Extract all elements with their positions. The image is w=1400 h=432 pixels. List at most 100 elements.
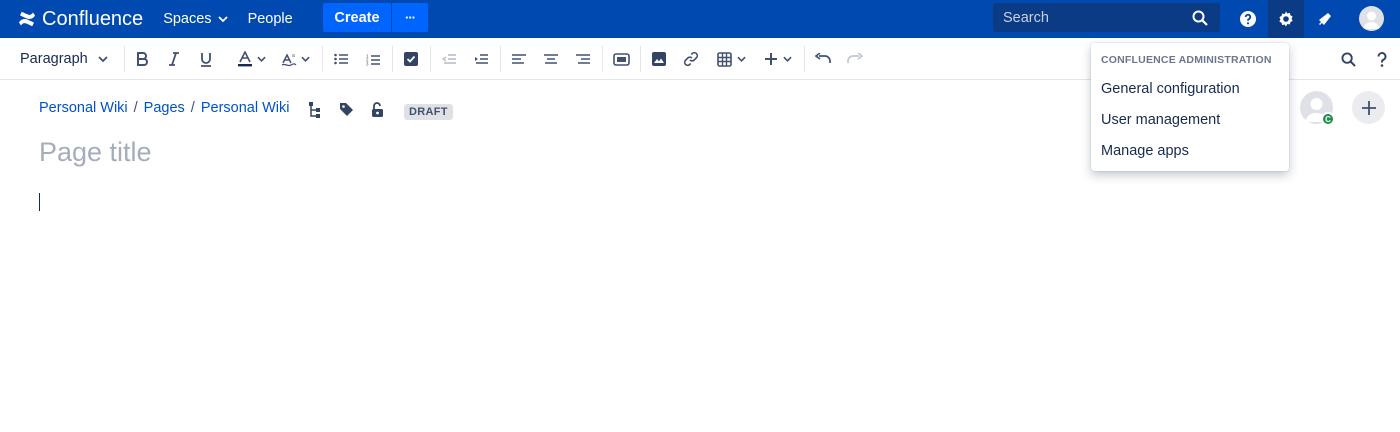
align-right-icon (576, 54, 590, 64)
breadcrumb: Personal Wiki / Pages / Personal Wiki (39, 100, 289, 116)
insert-table-button[interactable] (715, 49, 747, 69)
paragraph-style-dropdown[interactable]: Paragraph (20, 38, 108, 80)
menu-item-manage-apps[interactable]: Manage apps (1101, 143, 1189, 159)
italic-button[interactable] (166, 49, 182, 69)
draft-status-badge: DRAFT (404, 104, 453, 120)
logo-text: Confluence (42, 7, 144, 30)
chevron-down-icon (736, 56, 746, 62)
bullet-list-icon (334, 53, 348, 65)
page-location-button[interactable] (309, 102, 321, 123)
underline-button[interactable] (198, 49, 214, 69)
underline-icon (201, 52, 211, 67)
user-avatar[interactable] (1359, 6, 1384, 31)
admin-menu-heading: CONFLUENCE ADMINISTRATION (1101, 54, 1272, 66)
confluence-logo-icon (19, 11, 35, 27)
align-center-icon (544, 54, 558, 64)
unlock-icon (372, 102, 383, 117)
find-replace-button[interactable] (1340, 49, 1356, 69)
align-left-icon (512, 54, 526, 64)
indent-icon (475, 54, 488, 64)
toolbar-divider (430, 46, 431, 72)
paragraph-label: Paragraph (20, 51, 88, 67)
settings-button[interactable] (1268, 0, 1304, 38)
text-cursor (39, 193, 40, 211)
user-avatar-icon (1363, 11, 1380, 29)
search-icon (1192, 10, 1208, 26)
bold-button[interactable] (134, 49, 150, 69)
toolbar-divider (124, 46, 125, 72)
editor-help-button[interactable] (1374, 49, 1390, 69)
insert-image-button[interactable] (651, 49, 667, 69)
create-button[interactable]: Create (323, 3, 391, 32)
breadcrumb-separator: / (133, 100, 138, 116)
align-center-button[interactable] (543, 49, 559, 69)
search-icon (1340, 51, 1356, 67)
plus-icon (1361, 100, 1376, 115)
chevron-down-icon (98, 56, 108, 62)
labels-button[interactable] (339, 102, 354, 122)
restrictions-button[interactable] (371, 102, 384, 123)
breadcrumb-separator: / (190, 100, 195, 116)
numbered-list-icon: 123 (366, 53, 380, 66)
insert-link-button[interactable] (683, 49, 699, 69)
undo-icon (815, 53, 831, 63)
search-input[interactable]: Search (993, 3, 1220, 32)
chevron-down-icon (217, 16, 228, 22)
bullet-list-button[interactable] (333, 49, 349, 69)
redo-icon (847, 53, 863, 63)
megaphone-icon (1319, 13, 1331, 25)
toolbar-divider (804, 46, 805, 72)
collaborator-badge: C (1321, 112, 1335, 126)
outdent-button[interactable] (441, 49, 457, 69)
search-placeholder: Search (1003, 9, 1049, 26)
plus-icon (765, 53, 777, 65)
checkbox-icon (404, 52, 418, 66)
redo-button[interactable] (847, 49, 863, 69)
insert-more-button[interactable] (761, 49, 795, 69)
undo-button[interactable] (815, 49, 831, 69)
page-title-input[interactable]: Page title (39, 137, 152, 168)
text-color-icon (237, 51, 252, 67)
toolbar-divider (392, 46, 393, 72)
breadcrumb-personal-wiki-space[interactable]: Personal Wiki (39, 100, 128, 116)
chevron-down-icon (300, 56, 310, 62)
help-button[interactable] (1230, 0, 1266, 38)
text-color-button[interactable] (233, 49, 269, 69)
link-icon (683, 51, 699, 67)
menu-item-general-configuration[interactable]: General configuration (1101, 81, 1240, 97)
toolbar-divider (322, 46, 323, 72)
chevron-down-icon (783, 56, 792, 62)
menu-item-user-management[interactable]: User management (1101, 112, 1220, 128)
align-left-button[interactable] (511, 49, 527, 69)
confluence-logo[interactable]: Confluence (18, 0, 143, 38)
table-icon (716, 51, 732, 67)
hierarchy-icon (309, 102, 320, 118)
people-label: People (247, 11, 293, 27)
spaces-menu[interactable]: Spaces (163, 0, 228, 38)
indent-button[interactable] (473, 49, 489, 69)
spaces-label: Spaces (163, 11, 212, 27)
page-layout-button[interactable] (612, 49, 630, 69)
bold-icon (137, 52, 148, 66)
create-more-button[interactable]: ··· (392, 3, 428, 32)
toolbar-divider (602, 46, 603, 72)
outdent-icon (442, 54, 456, 64)
breadcrumb-pages[interactable]: Pages (144, 100, 185, 116)
help-icon (1240, 11, 1256, 27)
layout-icon (612, 52, 630, 66)
align-right-button[interactable] (575, 49, 591, 69)
notifications-button[interactable] (1307, 0, 1343, 38)
svg-text:a: a (292, 53, 295, 59)
numbered-list-button[interactable]: 123 (365, 49, 381, 69)
text-style-icon: a (281, 53, 296, 67)
image-icon (652, 52, 666, 66)
people-link[interactable]: People (248, 0, 293, 38)
question-mark-icon (1377, 51, 1387, 67)
breadcrumb-personal-wiki-parent[interactable]: Personal Wiki (201, 100, 290, 116)
more-dots-icon: ··· (405, 10, 416, 25)
invite-collaborator-button[interactable] (1352, 91, 1385, 124)
more-formatting-button[interactable]: a (278, 49, 312, 69)
task-list-button[interactable] (403, 49, 419, 69)
chevron-down-icon (256, 56, 266, 62)
admin-dropdown-menu: CONFLUENCE ADMINISTRATION General config… (1091, 43, 1289, 171)
